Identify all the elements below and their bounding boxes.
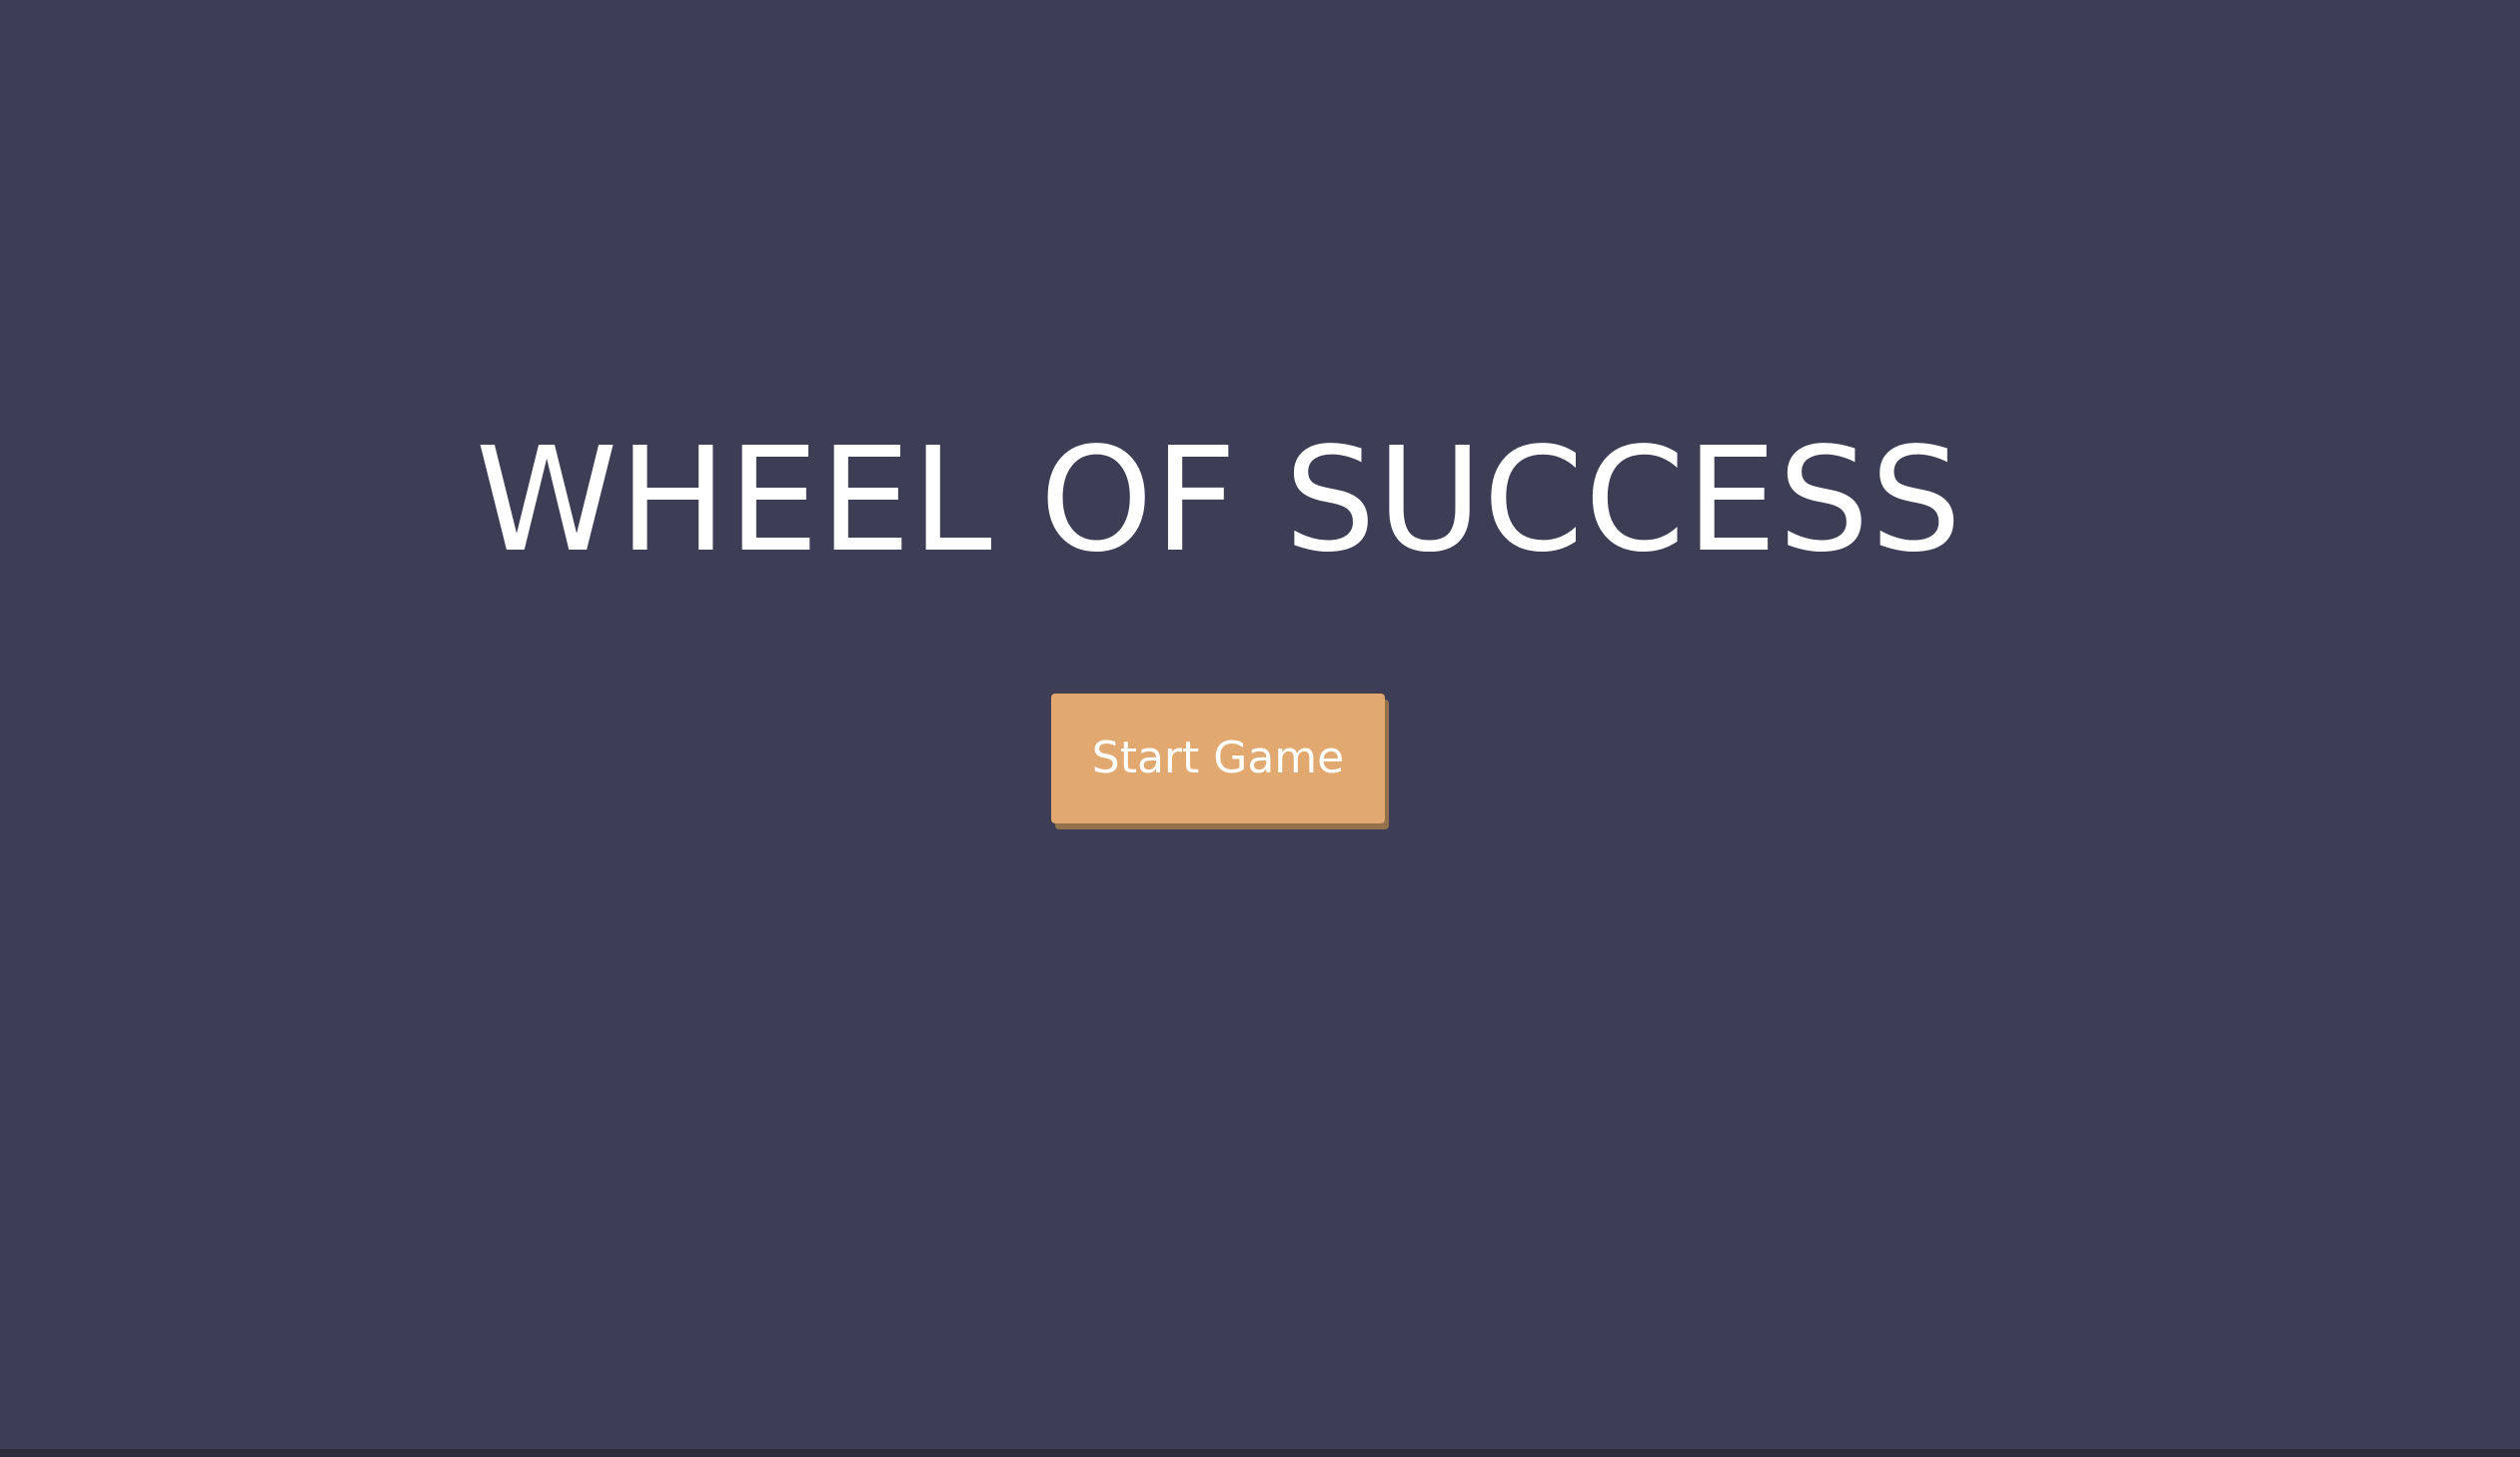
start-screen: WHEEL OF SUCCESS Start Game <box>0 0 2520 1449</box>
bottom-edge <box>0 1449 2520 1457</box>
start-game-button[interactable]: Start Game <box>1051 694 1385 823</box>
game-title: WHEEL OF SUCCESS <box>475 416 1963 584</box>
